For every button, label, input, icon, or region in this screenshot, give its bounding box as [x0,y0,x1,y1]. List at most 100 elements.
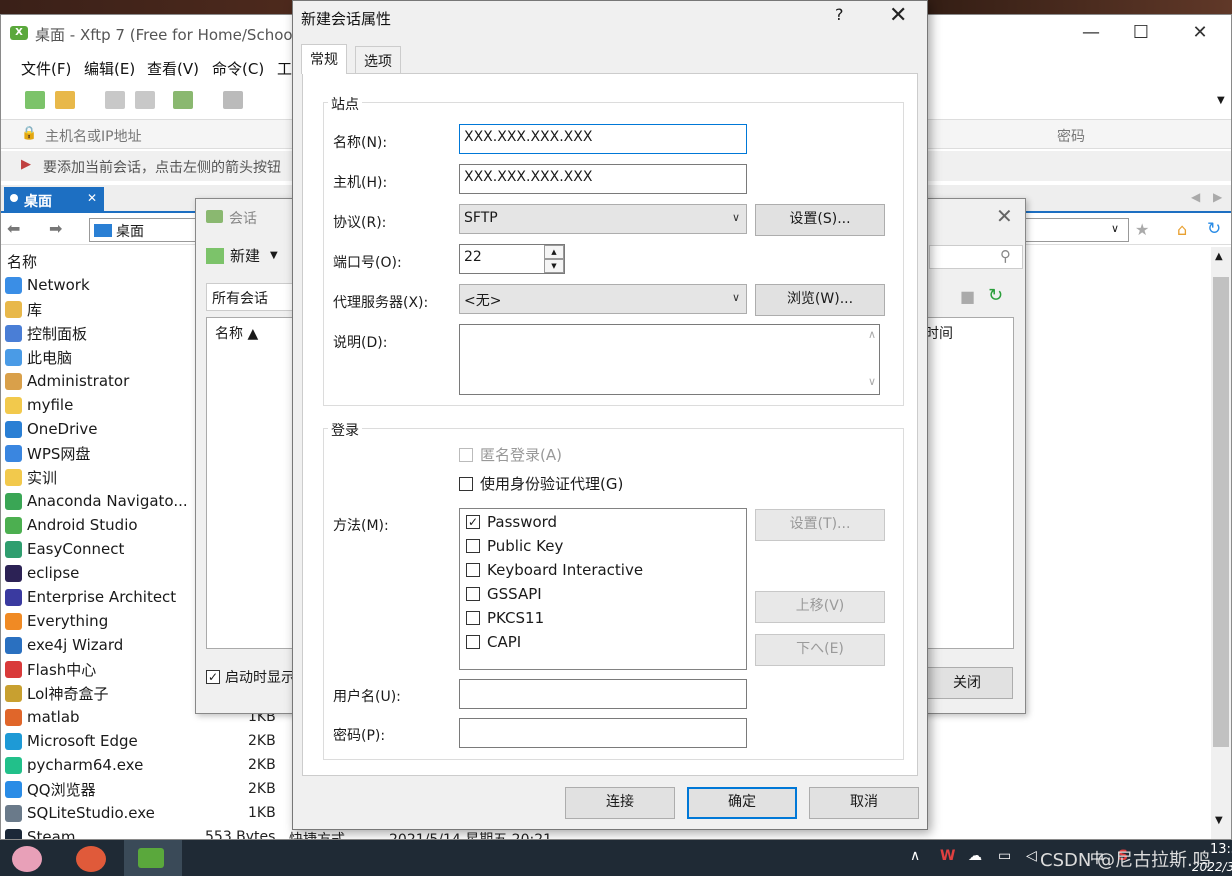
tab-options[interactable]: 选项 [355,46,401,74]
proxy-select[interactable]: <无> ∨ [459,284,747,314]
tab-scroll-right-icon[interactable]: ▶ [1213,190,1222,204]
connect-button[interactable]: 连接 [565,787,675,819]
taskbar-app-browser-icon[interactable] [76,846,106,872]
scroll-down-icon[interactable]: ▼ [1215,815,1223,826]
scroll-up-icon[interactable]: ▲ [1215,251,1223,262]
host-input[interactable]: 主机名或IP地址 [45,126,142,146]
tray-cloud-icon[interactable]: ☁ [968,848,982,864]
tray-clock[interactable]: 13:5 [1210,842,1232,857]
file-list-item[interactable]: pycharm64.exe [5,753,191,777]
tray-volume-icon[interactable]: ◁ [1026,848,1037,864]
menu-edit[interactable]: 编辑(E) [84,58,135,79]
proxy-browse-button[interactable]: 浏览(W)... [755,284,885,316]
menu-view[interactable]: 查看(V) [147,58,199,79]
port-decrement-button[interactable]: ▼ [544,259,564,273]
disconnect-icon[interactable] [135,91,155,109]
file-list-item[interactable]: EasyConnect [5,537,191,561]
file-list-item[interactable]: Administrator [5,369,191,393]
session-search-input[interactable]: ⚲ [929,245,1023,269]
session-column-name[interactable]: 名称 ▲ [215,323,258,343]
auth-method-item[interactable]: Keyboard Interactive [466,561,643,579]
maximize-button[interactable]: ☐ [1129,21,1153,45]
auth-agent-checkbox[interactable]: 使用身份验证代理(G) [459,473,623,494]
menu-file[interactable]: 文件(F) [21,58,71,79]
open-folder-icon[interactable] [55,91,75,109]
host-input[interactable]: XXX.XXX.XXX.XXX [459,164,747,194]
password-input[interactable]: 密码 [1057,126,1085,146]
new-session-button[interactable]: 新建 ▼ [206,245,278,266]
method-settings-button[interactable]: 设置(T)... [755,509,885,541]
tab-scroll-left-icon[interactable]: ◀ [1191,190,1200,204]
file-list-item[interactable]: 实训 [5,465,191,489]
anonymous-login-checkbox[interactable]: 匿名登录(A) [459,444,562,465]
auth-method-item[interactable]: GSSAPI [466,585,542,603]
forward-icon[interactable]: ➡ [49,219,62,238]
back-icon[interactable]: ⬅ [7,219,20,238]
favorite-star-icon[interactable]: ★ [1135,220,1149,239]
menu-command[interactable]: 命令(C) [212,58,264,79]
protocol-select[interactable]: SFTP ∨ [459,204,747,234]
textarea-scroll-down-icon[interactable]: ∨ [868,375,876,388]
description-textarea[interactable]: ∧ ∨ [459,324,880,395]
file-list-item[interactable]: Steam [5,825,191,839]
search-icon[interactable]: ⚲ [1000,247,1011,265]
file-list-item[interactable]: matlab [5,705,191,729]
move-up-button[interactable]: 上移(V) [755,591,885,623]
folder-icon[interactable]: ■ [960,287,975,306]
file-list-item[interactable]: OneDrive [5,417,191,441]
file-list-item[interactable]: Network [5,273,191,297]
all-sessions-tree-item[interactable]: 所有会话 [206,283,306,311]
taskbar-xftp-button[interactable] [124,840,182,876]
play-icon[interactable] [223,91,243,109]
tray-wps-icon[interactable]: W [940,848,955,864]
tab-general[interactable]: 常规 [301,44,347,74]
auth-method-item[interactable]: CAPI [466,633,521,651]
right-pane-scroll-thumb[interactable] [1213,277,1229,747]
tray-battery-icon[interactable]: ▭ [998,848,1011,864]
dialog-close-icon[interactable]: ✕ [889,3,907,28]
home-icon[interactable]: ⌂ [1177,220,1187,239]
file-list-item[interactable]: Everything [5,609,191,633]
session-close-icon[interactable]: ✕ [996,204,1013,228]
help-button[interactable]: ? [835,5,844,24]
ok-button[interactable]: 确定 [687,787,797,819]
file-list-item[interactable]: Anaconda Navigato... [5,489,191,513]
file-list-item[interactable]: WPS网盘 [5,441,191,465]
textarea-scroll-up-icon[interactable]: ∧ [868,328,876,341]
auth-method-item[interactable]: ✓ Password [466,513,557,531]
tray-expand-icon[interactable]: ∧ [910,848,920,864]
close-button[interactable]: ✕ [1188,21,1212,45]
file-list-item[interactable]: Lol神奇盒子 [5,681,191,705]
transfer-icon[interactable] [173,91,193,109]
move-down-button[interactable]: 下へ(E) [755,634,885,666]
file-list-item[interactable]: Flash中心 [5,657,191,681]
show-on-startup-checkbox[interactable]: ✓ 启动时显示 [206,667,295,687]
refresh-sessions-icon[interactable]: ↻ [988,285,1003,306]
username-input[interactable] [459,679,747,709]
connect-icon[interactable] [105,91,125,109]
file-list-item[interactable]: myfile [5,393,191,417]
name-input[interactable]: XXX.XXX.XXX.XXX [459,124,747,154]
protocol-settings-button[interactable]: 设置(S)... [755,204,885,236]
file-list-item[interactable]: Android Studio [5,513,191,537]
session-close-button[interactable]: 关闭 [921,667,1013,699]
port-increment-button[interactable]: ▲ [544,245,564,259]
local-address-box[interactable]: 桌面 [89,218,199,242]
file-list-item[interactable]: eclipse [5,561,191,585]
refresh-icon[interactable]: ↻ [1207,219,1221,239]
cancel-button[interactable]: 取消 [809,787,919,819]
new-dropdown-icon[interactable]: ▼ [270,250,278,261]
toolbar-overflow-icon[interactable]: ▼ [1217,95,1225,106]
file-list-item[interactable]: SQLiteStudio.exe [5,801,191,825]
session-column-time[interactable]: 时间 [925,323,953,343]
minimize-button[interactable]: — [1079,21,1103,45]
menu-tools[interactable]: 工 [277,58,292,79]
file-list-item[interactable]: Enterprise Architect [5,585,191,609]
auth-method-item[interactable]: Public Key [466,537,563,555]
file-list-item[interactable]: QQ浏览器 [5,777,191,801]
file-list-item[interactable]: 此电脑 [5,345,191,369]
file-list-item[interactable]: 库 [5,297,191,321]
tab-desktop[interactable]: 桌面 ✕ [4,187,104,213]
file-list-item[interactable]: 控制面板 [5,321,191,345]
auth-method-item[interactable]: PKCS11 [466,609,544,627]
